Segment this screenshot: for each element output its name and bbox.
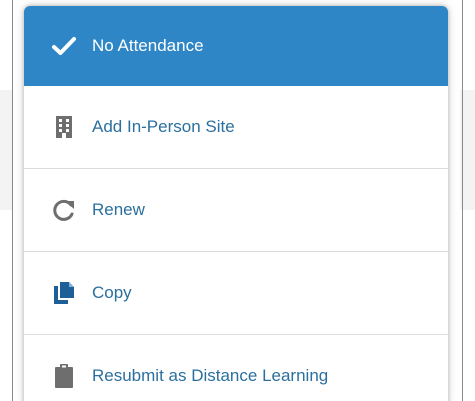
background-shade-left — [0, 90, 12, 210]
menu-item-label: No Attendance — [92, 35, 204, 55]
menu-item-label: Resubmit as Distance Learning — [92, 366, 329, 385]
screen: No Attendance Add In-Person Site Renew C… — [0, 0, 475, 401]
copy-icon — [52, 281, 76, 305]
menu-item-label: Renew — [92, 200, 145, 219]
menu-item-resubmit-distance-learning[interactable]: Resubmit as Distance Learning — [24, 335, 448, 401]
menu-item-copy[interactable]: Copy — [24, 252, 448, 335]
background-border-right — [462, 0, 463, 401]
menu-item-add-in-person-site[interactable]: Add In-Person Site — [24, 86, 448, 169]
redo-icon — [52, 198, 76, 222]
menu-item-renew[interactable]: Renew — [24, 169, 448, 252]
menu-item-label: Add In-Person Site — [92, 117, 235, 136]
menu-item-label: Copy — [92, 283, 132, 302]
actions-dropdown-menu: No Attendance Add In-Person Site Renew C… — [24, 6, 448, 401]
clipboard-icon — [52, 364, 76, 388]
background-border-left — [12, 0, 13, 401]
building-icon — [52, 115, 76, 139]
checkmark-icon — [52, 34, 76, 58]
menu-item-no-attendance[interactable]: No Attendance — [24, 6, 448, 86]
